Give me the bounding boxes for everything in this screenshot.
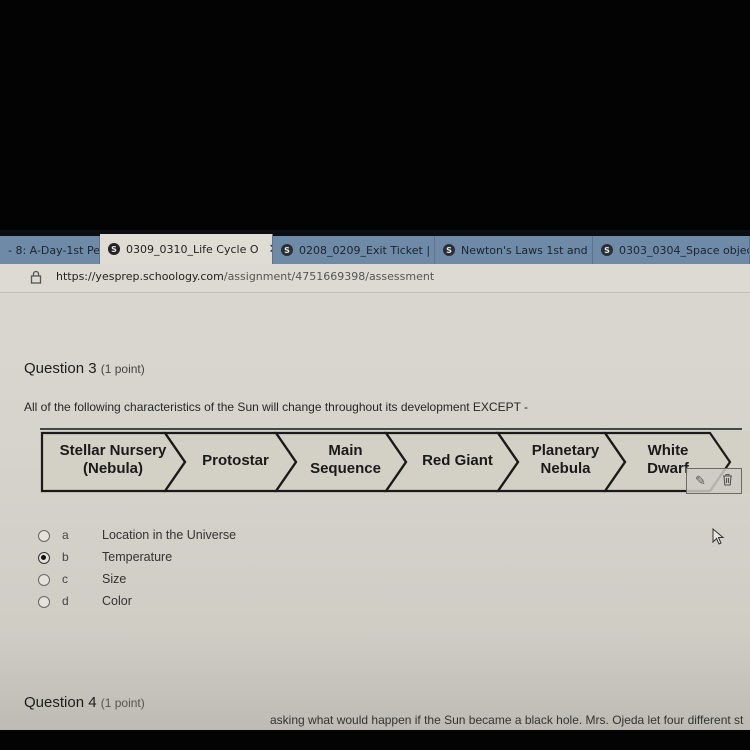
radio-d[interactable]	[38, 596, 50, 608]
image-frame-border	[40, 428, 742, 430]
schoology-icon: S	[108, 243, 120, 255]
tab-label: Newton's Laws 1st and 2nd	[461, 243, 592, 257]
stage-planetary-nebula: Planetary Nebula	[531, 442, 600, 477]
question-4-title: Question 4 (1 point)	[24, 694, 145, 711]
tab-newtons-laws[interactable]: S Newton's Laws 1st and 2nd	[435, 236, 593, 264]
tab-exit-ticket[interactable]: S 0208_0209_Exit Ticket | Schc	[273, 236, 435, 264]
schoology-icon: S	[601, 244, 613, 256]
lock-icon	[30, 270, 42, 284]
option-c[interactable]: c Size	[38, 571, 338, 591]
question-4-prompt: asking what would happen if the Sun beca…	[270, 713, 744, 727]
trash-icon[interactable]	[722, 473, 733, 490]
mouse-cursor-icon	[712, 528, 725, 545]
tab-a-day[interactable]: - 8: A-Day-1st Perio	[0, 236, 100, 264]
address-bar[interactable]: https://yesprep.schoology.com/assignment…	[0, 264, 750, 293]
stage-main-sequence: Main Sequence	[310, 442, 381, 477]
browser-window: - 8: A-Day-1st Perio S 0309_0310_Life Cy…	[0, 230, 750, 730]
option-a[interactable]: a Location in the Universe	[38, 527, 338, 547]
radio-a[interactable]	[38, 530, 50, 542]
question-points: (1 point)	[100, 362, 145, 376]
pencil-icon[interactable]: ✎	[695, 474, 706, 489]
question-3-prompt: All of the following characteristics of …	[24, 400, 529, 414]
tab-label: 0303_0304_Space objects ar	[619, 243, 749, 257]
tab-label: 0309_0310_Life Cycle O	[126, 242, 259, 256]
stage-protostar: Protostar	[202, 452, 269, 469]
url-field[interactable]: https://yesprep.schoology.com/assignment…	[56, 270, 434, 283]
image-edit-toolbar: ✎	[686, 468, 742, 494]
schoology-icon: S	[443, 244, 455, 256]
question-points: (1 point)	[100, 696, 145, 710]
tab-space-objects[interactable]: S 0303_0304_Space objects ar	[593, 236, 750, 264]
stage-stellar-nursery: Stellar Nursery (Nebula)	[59, 442, 167, 477]
radio-b-selected[interactable]	[38, 552, 50, 564]
tab-label: - 8: A-Day-1st Perio	[8, 243, 100, 257]
tab-life-cycle[interactable]: S 0309_0310_Life Cycle O ✕	[100, 234, 273, 264]
stage-red-giant: Red Giant	[422, 452, 493, 469]
life-cycle-diagram: Stellar Nursery (Nebula) Protostar Main …	[40, 431, 750, 493]
tab-label: 0208_0209_Exit Ticket | Schc	[299, 243, 434, 257]
tab-bar: - 8: A-Day-1st Perio S 0309_0310_Life Cy…	[0, 230, 750, 264]
option-d[interactable]: d Color	[38, 593, 338, 613]
option-b[interactable]: b Temperature	[38, 549, 338, 569]
question-3-title: Question 3 (1 point)	[24, 360, 145, 377]
schoology-icon: S	[281, 244, 293, 256]
radio-c[interactable]	[38, 574, 50, 586]
